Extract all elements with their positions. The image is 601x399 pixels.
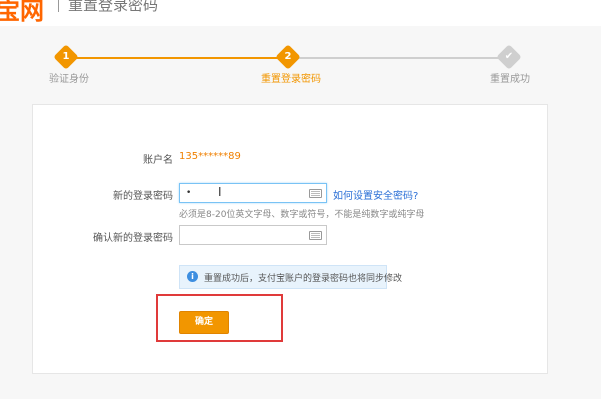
account-label: 账户名 — [143, 155, 173, 166]
info-notice: i 重置成功后，支付宝账户的登录密码也将同步修改 — [179, 265, 402, 289]
info-icon: i — [187, 271, 198, 282]
progress-line-done — [66, 57, 288, 59]
confirm-password-label: 确认新的登录密码 — [93, 233, 173, 244]
progress-line-todo — [288, 57, 509, 59]
keyboard-icon[interactable] — [309, 231, 322, 240]
reset-password-card: 账户名 135******89 新的登录密码 • I 如何设置安全密码? 必须是… — [32, 104, 548, 374]
annotation-highlight-box — [156, 294, 283, 342]
page-header: 宝网 重置登录密码 — [0, 0, 601, 26]
new-password-label: 新的登录密码 — [113, 191, 173, 202]
page-title: 重置登录密码 — [68, 0, 159, 14]
step-2-marker: 2 — [275, 44, 301, 70]
step-2-label: 重置登录密码 — [261, 74, 321, 85]
progress-steps: 1 2 ✔ 验证身份 重置登录密码 重置成功 — [0, 40, 601, 85]
password-help-link[interactable]: 如何设置安全密码? — [333, 187, 418, 202]
password-hint: 必须是8-20位英文字母、数字或符号，不能是纯数字或纯字母 — [179, 210, 425, 220]
text-cursor-icon: I — [218, 185, 222, 199]
step-1-label: 验证身份 — [49, 74, 89, 85]
password-char: • — [186, 188, 192, 198]
step-3-check-icon: ✔ — [496, 44, 522, 70]
notice-text: 重置成功后，支付宝账户的登录密码也将同步修改 — [204, 274, 403, 284]
step-3-label: 重置成功 — [490, 74, 530, 85]
keyboard-icon[interactable] — [309, 189, 322, 198]
confirm-password-input[interactable] — [179, 225, 327, 245]
brand-logo: 宝网 — [0, 0, 44, 25]
new-password-input[interactable]: • I — [179, 183, 327, 203]
header-divider — [58, 0, 59, 12]
account-value: 135******89 — [179, 151, 241, 162]
step-1-marker: 1 — [53, 44, 79, 70]
